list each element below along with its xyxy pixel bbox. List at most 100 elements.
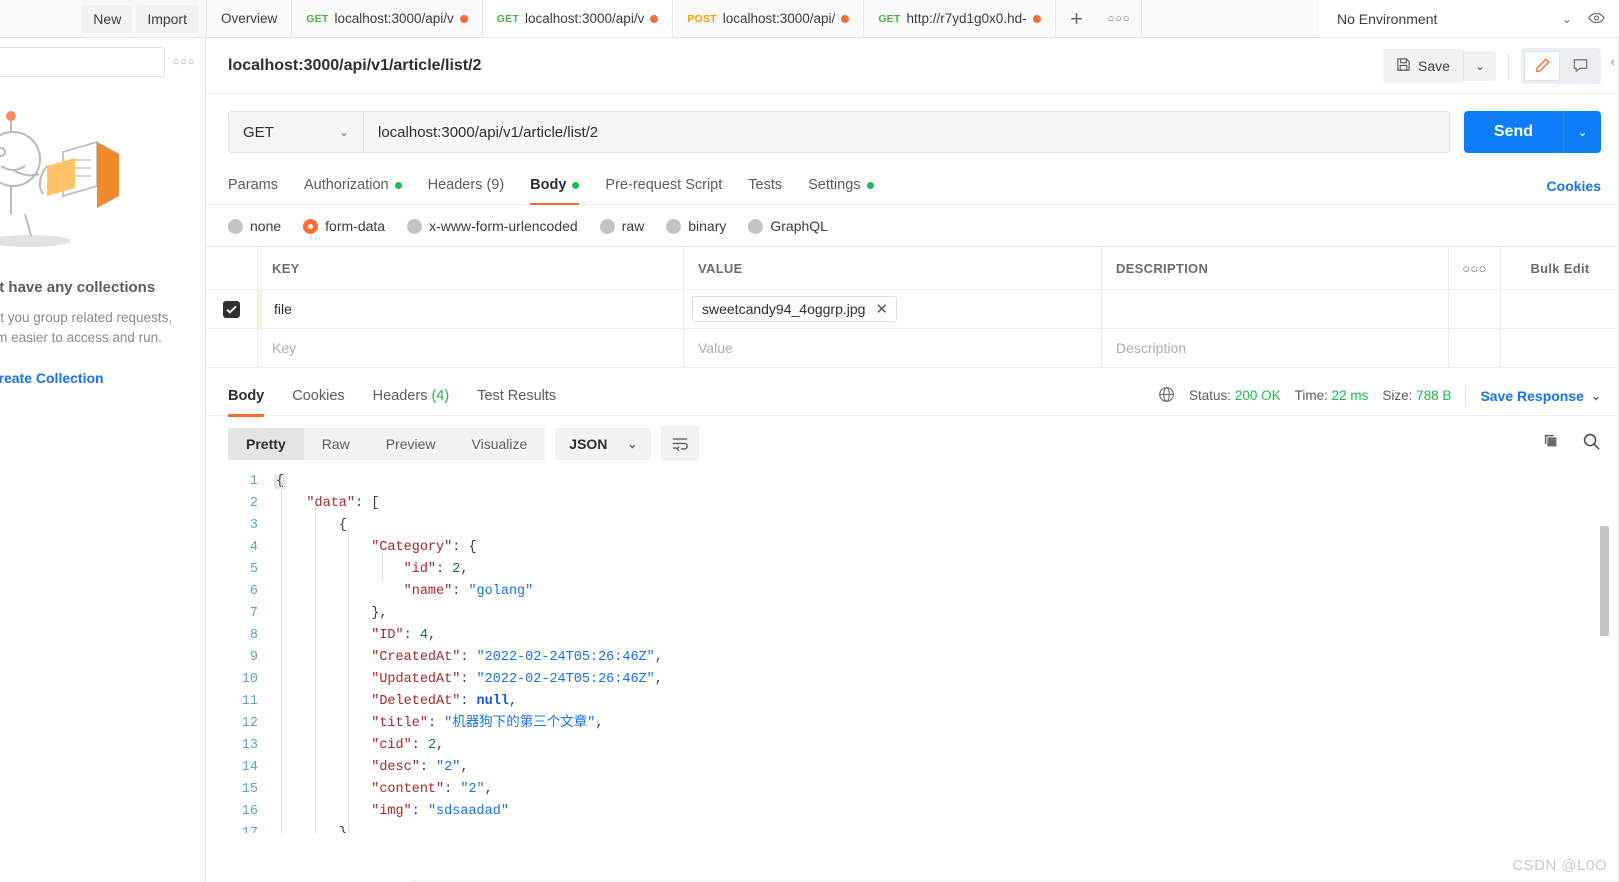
tab-item[interactable]: Overview xyxy=(207,0,293,37)
view-mode-pretty[interactable]: Pretty xyxy=(228,427,304,460)
body-type-x-www-form-urlencoded[interactable]: x-www-form-urlencoded xyxy=(407,218,578,234)
radio-icon[interactable] xyxy=(666,218,682,234)
tab-body[interactable]: Body xyxy=(530,167,580,205)
tab-item[interactable]: GET localhost:3000/api/v xyxy=(482,0,674,37)
tab-item[interactable]: GET localhost:3000/api/v xyxy=(292,0,483,37)
tab-method: POST xyxy=(687,12,717,25)
tab-pre-request-script[interactable]: Pre-request Script xyxy=(605,167,722,204)
tab-item[interactable]: GET http://r7yd1g0x0.hd- xyxy=(864,0,1056,37)
size-value: 788 B xyxy=(1416,388,1452,403)
placeholder-value-input[interactable]: Value xyxy=(684,329,1102,367)
bulk-edit-button[interactable]: Bulk Edit xyxy=(1501,247,1619,289)
radio-icon[interactable] xyxy=(228,218,243,234)
radio-icon[interactable] xyxy=(599,218,615,234)
response-format-select[interactable]: JSON ⌄ xyxy=(555,427,652,460)
body-type-GraphQL[interactable]: GraphQL xyxy=(748,218,828,234)
ellipsis-icon[interactable]: ○○○ xyxy=(1449,247,1501,289)
sidebar-search-input[interactable] xyxy=(0,47,165,77)
tab-tests[interactable]: Tests xyxy=(748,167,782,204)
row-description-cell[interactable] xyxy=(1102,290,1449,328)
chevron-down-icon[interactable]: ⌄ xyxy=(1562,12,1572,26)
tab-label: Pre-request Script xyxy=(605,177,723,193)
ellipsis-icon[interactable]: ○○○ xyxy=(169,56,199,68)
plus-icon[interactable]: + xyxy=(1056,0,1098,37)
placeholder-actions xyxy=(1449,329,1501,367)
tab-label: http://r7yd1g0x0.hd- xyxy=(906,11,1027,26)
globe-icon xyxy=(1158,386,1175,406)
body-type-binary[interactable]: binary xyxy=(666,218,726,234)
save-button-label: Save xyxy=(1418,57,1450,74)
radio-icon[interactable] xyxy=(407,218,423,234)
cookies-link[interactable]: Cookies xyxy=(1547,178,1601,194)
response-scrollbar-thumb[interactable] xyxy=(1600,526,1609,636)
response-format-value: JSON xyxy=(569,435,608,452)
response-tab-cookies[interactable]: Cookies xyxy=(292,376,344,416)
line-content: "ID": 4, xyxy=(371,628,437,643)
line-content: "desc": "2", xyxy=(371,760,469,775)
tab-headers[interactable]: Headers (9) xyxy=(428,167,505,204)
copy-icon[interactable] xyxy=(1542,432,1560,455)
tab-label: localhost:3000/api/v xyxy=(334,11,454,26)
save-options-caret[interactable]: ⌄ xyxy=(1462,50,1496,81)
code-line: 14 "desc": "2", xyxy=(228,757,1619,779)
tab-params[interactable]: Params xyxy=(228,167,278,204)
tab-settings[interactable]: Settings xyxy=(808,167,874,204)
code-line: 9 "CreatedAt": "2022-02-24T05:26:46Z", xyxy=(228,647,1619,669)
row-checkbox[interactable] xyxy=(223,300,240,318)
line-number: 17 xyxy=(228,823,274,833)
tab-item[interactable]: POST localhost:3000/api/ xyxy=(673,0,865,37)
view-mode-raw[interactable]: Raw xyxy=(304,428,368,460)
line-number: 2 xyxy=(249,496,258,511)
code-line: 12 "title": "机器狗下的第三个文章", xyxy=(228,713,1619,735)
body-type-label: GraphQL xyxy=(770,218,828,234)
placeholder-key-input[interactable]: Key xyxy=(258,329,684,367)
body-type-raw[interactable]: raw xyxy=(599,218,644,234)
url-input[interactable]: localhost:3000/api/v1/article/list/2 xyxy=(364,111,1450,153)
response-tab-body[interactable]: Body xyxy=(228,376,265,417)
new-button[interactable]: New xyxy=(82,4,133,33)
search-icon[interactable] xyxy=(1582,432,1601,456)
tab-label: Params xyxy=(228,177,278,193)
send-button[interactable]: Send xyxy=(1463,111,1563,153)
pencil-icon[interactable] xyxy=(1524,50,1560,81)
placeholder-description-input[interactable]: Description xyxy=(1102,329,1449,367)
import-button[interactable]: Import xyxy=(136,4,198,33)
row-actions[interactable] xyxy=(1449,290,1501,328)
radio-icon[interactable] xyxy=(748,218,764,234)
chevron-left-icon[interactable]: ‹ xyxy=(1611,54,1615,69)
view-mode-visualize[interactable]: Visualize xyxy=(454,428,546,460)
create-collection-link[interactable]: Create Collection xyxy=(0,370,180,386)
eye-icon[interactable] xyxy=(1588,11,1605,27)
close-icon[interactable]: ✕ xyxy=(875,302,888,317)
status-value: 200 OK xyxy=(1234,388,1281,403)
size-badge: Size: 788 B xyxy=(1382,388,1451,403)
response-tab-headers[interactable]: Headers (4) xyxy=(373,376,450,416)
radio-icon[interactable] xyxy=(303,218,319,234)
code-line: 5 "id": 2, xyxy=(228,559,1619,581)
response-tab-test-results[interactable]: Test Results xyxy=(477,376,556,416)
fold-marker[interactable]: { xyxy=(274,474,287,489)
word-wrap-icon[interactable] xyxy=(661,426,700,461)
save-button[interactable]: Save xyxy=(1383,48,1463,83)
environment-selector[interactable]: No Environment ⌄ xyxy=(1319,0,1619,37)
body-type-form-data[interactable]: form-data xyxy=(303,218,385,234)
comment-icon[interactable] xyxy=(1562,51,1598,81)
empty-collections-title: You don't have any collections xyxy=(0,279,156,296)
table-row-placeholder: Key Value Description xyxy=(206,329,1619,368)
response-body-code[interactable]: 1{2 "data": [3 {4 "Category": {5 "id": 2… xyxy=(228,471,1619,833)
environment-label: No Environment xyxy=(1337,10,1438,27)
response-tab-count: (4) xyxy=(431,387,450,404)
save-response-button[interactable]: Save Response ⌄ xyxy=(1480,388,1601,404)
row-key-cell[interactable]: file xyxy=(258,290,684,328)
ellipsis-icon[interactable]: ○○○ xyxy=(1098,0,1142,37)
file-chip[interactable]: sweetcandy94_4oggrp.jpg ✕ xyxy=(692,296,898,322)
http-method-value: GET xyxy=(243,123,274,141)
body-type-none[interactable]: none xyxy=(228,218,281,234)
tab-authorization[interactable]: Authorization xyxy=(304,167,402,204)
send-options-caret[interactable]: ⌄ xyxy=(1563,111,1601,153)
http-method-select[interactable]: GET ⌄ xyxy=(228,111,364,153)
line-number: 1 xyxy=(249,474,258,489)
row-value-cell[interactable]: sweetcandy94_4oggrp.jpg ✕ xyxy=(684,290,1102,328)
view-mode-preview[interactable]: Preview xyxy=(368,428,454,460)
code-line: 8 "ID": 4, xyxy=(228,625,1619,647)
